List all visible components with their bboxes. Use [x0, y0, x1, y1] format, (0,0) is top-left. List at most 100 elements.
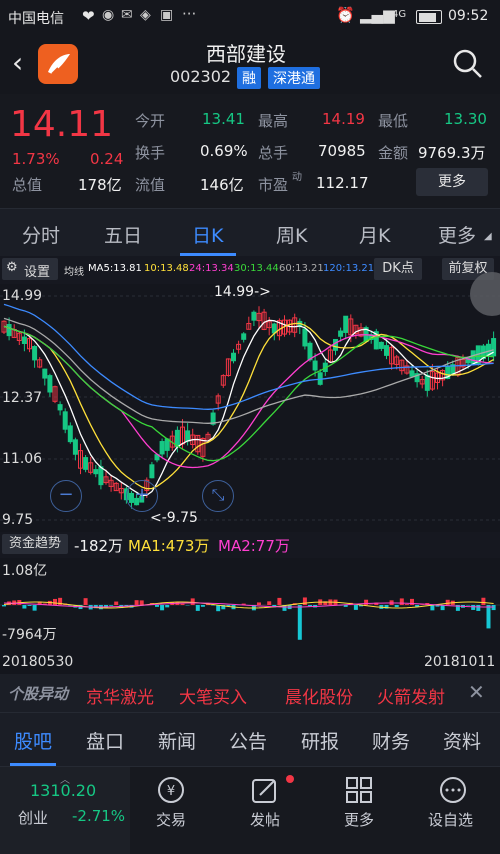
fund-bar — [181, 604, 185, 605]
movement-item[interactable]: 大笔买入 — [179, 683, 247, 708]
trade-label[interactable]: 交易 — [156, 809, 186, 830]
margin-badge: 融 — [237, 67, 261, 89]
candle — [344, 316, 348, 332]
candle — [232, 353, 236, 361]
back-icon[interactable]: ‹ — [12, 46, 23, 79]
ma60-value: 60:13.21 — [279, 263, 324, 274]
fund-bar — [308, 605, 312, 606]
fund-canvas — [0, 558, 500, 652]
candle — [303, 329, 307, 346]
candle — [48, 376, 52, 392]
dk-point-button[interactable]: DK点 — [374, 258, 422, 280]
tab-forum[interactable]: 股吧 — [14, 727, 52, 754]
tab-intraday[interactable]: 分时 — [22, 221, 60, 248]
tab-profile[interactable]: 资料 — [443, 727, 481, 754]
candle — [150, 465, 154, 478]
movement-item[interactable]: 火箭发射 — [377, 683, 445, 708]
y-tick-max: 14.99 — [2, 288, 42, 304]
tab-announcements[interactable]: 公告 — [229, 727, 267, 754]
pe-dynamic-mark: 动 — [292, 168, 302, 183]
search-icon[interactable] — [452, 48, 484, 80]
tab-research[interactable]: 研报 — [301, 727, 339, 754]
y-tick-min: 9.75 — [2, 512, 33, 528]
candle — [94, 470, 98, 474]
stock-name: 西部建设 — [206, 38, 286, 67]
post-icon[interactable] — [250, 775, 280, 805]
tab-financials[interactable]: 财务 — [372, 727, 410, 754]
fund-bar — [476, 605, 480, 611]
stock-header: ‹ 西部建设 002302 融 深港通 — [0, 34, 500, 94]
fund-bar — [364, 600, 368, 605]
add-watch-icon[interactable] — [438, 775, 468, 805]
fund-bar — [492, 605, 496, 610]
mktcap-label: 总值 — [12, 174, 42, 195]
expand-icon[interactable]: ⤡ — [202, 480, 234, 512]
kline-chart[interactable]: 14.99 12.37 11.06 9.75 14.99-> <-9.75 − … — [0, 284, 500, 532]
movement-item[interactable]: 京华激光 — [86, 683, 154, 708]
more-label[interactable]: 更多 — [344, 809, 374, 830]
low-label: 最低 — [378, 110, 408, 131]
quote-panel: 14.11 1.73% 0.24 今开 13.41 最高 14.19 最低 13… — [0, 94, 500, 208]
tab-daily-k[interactable]: 日K — [192, 221, 223, 248]
tab-news[interactable]: 新闻 — [158, 727, 196, 754]
pe-label: 市盈 — [258, 174, 288, 195]
high-label: 最高 — [258, 110, 288, 131]
fund-bar — [22, 605, 26, 609]
trade-icon[interactable]: ¥ — [156, 775, 186, 805]
moving-average-line — [4, 323, 494, 488]
volume-value: 70985 — [318, 142, 366, 160]
stock-movement-bar: 个股异动 京华激光 大笔买入 晨化股份 火箭发射 ✕ — [0, 674, 500, 712]
candle — [33, 346, 37, 359]
watch-label[interactable]: 设自选 — [428, 809, 473, 830]
grid-menu-icon[interactable] — [344, 775, 374, 805]
turnover-label: 换手 — [135, 142, 165, 163]
fund-bar — [114, 602, 118, 605]
fund-trend-button[interactable]: 资金趋势 — [2, 534, 68, 554]
fund-bar — [405, 604, 409, 605]
fund-bar — [267, 601, 271, 605]
connect-badge: 深港通 — [268, 67, 320, 89]
more-quote-button[interactable]: 更多 — [416, 168, 488, 196]
tab-more[interactable]: 更多 — [438, 221, 476, 248]
tab-weekly-k[interactable]: 周K — [276, 221, 307, 248]
ma24-value: 24:13.34 — [189, 263, 234, 274]
zoom-in-icon[interactable]: + — [126, 480, 158, 512]
stock-code: 002302 — [170, 67, 231, 86]
fund-bar — [277, 598, 281, 605]
fund-bar — [191, 598, 195, 605]
tab-monthly-k[interactable]: 月K — [359, 221, 390, 248]
candle — [425, 375, 429, 390]
heart-rate-icon: ❤ — [82, 7, 95, 25]
tab-orderbook[interactable]: 盘口 — [86, 727, 124, 754]
zoom-out-icon[interactable]: − — [50, 480, 82, 512]
gear-icon: ⚙ — [6, 260, 18, 275]
fund-bar — [160, 605, 164, 610]
candle — [410, 371, 414, 376]
ma-label: 均线 — [64, 263, 84, 278]
volume-label: 总手 — [258, 142, 288, 163]
movement-item[interactable]: 晨化股份 — [285, 683, 353, 708]
high-value: 14.19 — [322, 110, 365, 128]
fund-bar — [481, 598, 485, 605]
candle — [385, 346, 389, 356]
candle — [313, 361, 317, 370]
fund-bar — [216, 605, 220, 611]
post-label[interactable]: 发帖 — [250, 809, 280, 830]
moving-average-line — [4, 320, 494, 495]
close-icon[interactable]: ✕ — [468, 680, 485, 704]
fund-bar — [400, 598, 404, 605]
wechat-icon: ◉ — [102, 7, 114, 23]
open-value: 13.41 — [202, 110, 245, 128]
fund-chart: 1.08亿 -7964万 — [0, 558, 500, 652]
index-widget[interactable]: ︿ 1310.20 创业 -2.71% — [0, 767, 130, 854]
settings-button[interactable]: ⚙ 设置 — [2, 258, 58, 280]
alarm-icon: ⏰ — [336, 6, 355, 24]
fund-bar — [298, 605, 302, 640]
candle — [339, 331, 343, 336]
fund-value: -182万 — [74, 535, 123, 556]
candle — [308, 343, 312, 359]
tab-five-day[interactable]: 五日 — [104, 221, 142, 248]
change-percent: 1.73% — [12, 150, 60, 168]
fund-bar — [446, 600, 450, 605]
fund-trend-header: 资金趋势 -182万 MA1:473万 MA2:77万 — [0, 532, 500, 558]
